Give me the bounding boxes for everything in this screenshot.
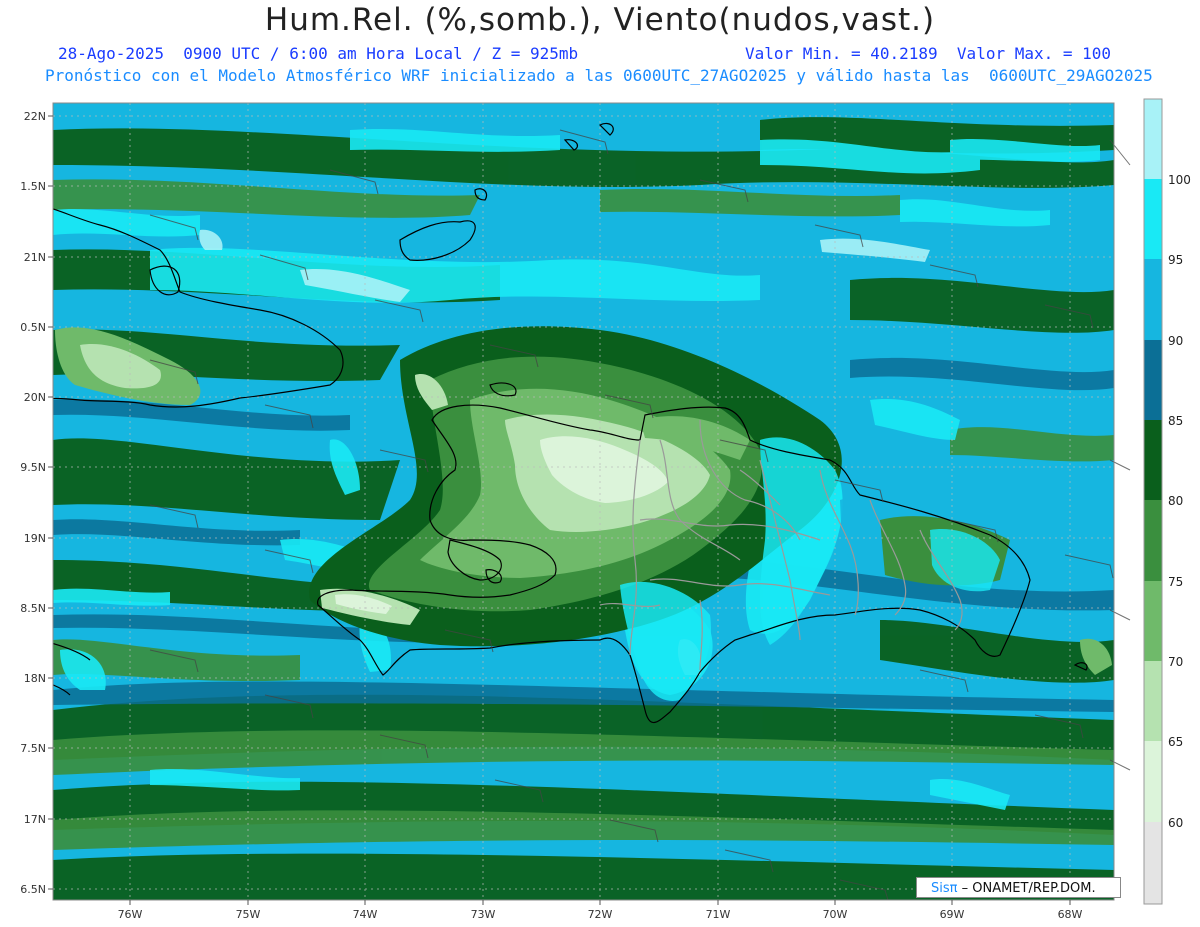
colorbar-label: 70 — [1168, 655, 1183, 669]
colorbar-label: 95 — [1168, 253, 1183, 267]
lat-ticks — [48, 115, 53, 890]
lon-label: 76W — [118, 908, 143, 921]
lon-ticks — [129, 900, 1071, 905]
lat-label: 7.5N — [20, 742, 46, 755]
lat-label: 19N — [24, 532, 46, 545]
colorbar-swatch — [1144, 340, 1162, 420]
colorbar-label: 80 — [1168, 494, 1183, 508]
humidity-field — [53, 103, 1114, 900]
lon-label: 72W — [588, 908, 613, 921]
model-info: Pronóstico con el Modelo Atmosférico WRF… — [45, 66, 1153, 85]
colorbar-label: 90 — [1168, 334, 1183, 348]
colorbar-swatch — [1144, 259, 1162, 340]
lon-label: 74W — [353, 908, 378, 921]
lat-label: 6.5N — [20, 883, 46, 896]
forecast-map: 22N 1.5N 21N 0.5N 20N 9.5N 19N 8.5N 18N … — [20, 98, 1191, 921]
colorbar-swatch — [1144, 99, 1162, 179]
lon-label: 73W — [471, 908, 496, 921]
colorbar-swatch — [1144, 661, 1162, 741]
valid-time: 28-Ago-2025 0900 UTC / 6:00 am Hora Loca… — [58, 44, 579, 63]
colorbar-swatch — [1144, 581, 1162, 661]
credit-text: – ONAMET/REP.DOM. — [961, 881, 1096, 896]
lat-label: 8.5N — [20, 602, 46, 615]
map-title: Hum.Rel. (%,somb.), Viento(nudos,vast.) — [264, 2, 936, 38]
lat-label: 20N — [24, 391, 46, 404]
colorbar — [1143, 98, 1163, 905]
colorbar-label: 65 — [1168, 735, 1183, 749]
colorbar-label: 75 — [1168, 575, 1183, 589]
lon-label: 68W — [1058, 908, 1083, 921]
lat-label: 18N — [24, 672, 46, 685]
colorbar-label: 100 — [1168, 173, 1191, 187]
colorbar-label: 85 — [1168, 414, 1183, 428]
lat-label: 22N — [24, 110, 46, 123]
credit-box: Sisπ – ONAMET/REP.DOM. — [916, 877, 1121, 898]
colorbar-swatch — [1144, 420, 1162, 500]
lat-label: 17N — [24, 813, 46, 826]
lat-label: 9.5N — [20, 461, 46, 474]
value-range: Valor Min. = 40.2189 Valor Max. = 100 — [745, 44, 1112, 63]
colorbar-swatch — [1144, 500, 1162, 581]
colorbar-swatch — [1144, 741, 1162, 822]
lat-label: 21N — [24, 251, 46, 264]
lon-label: 71W — [706, 908, 731, 921]
lat-label: 0.5N — [20, 321, 46, 334]
sispi-logo: Sisπ — [931, 881, 958, 896]
colorbar-swatch — [1144, 822, 1162, 904]
lat-label: 1.5N — [20, 180, 46, 193]
colorbar-swatch — [1144, 179, 1162, 259]
lon-label: 69W — [940, 908, 965, 921]
lon-label: 70W — [823, 908, 848, 921]
lon-label: 75W — [236, 908, 261, 921]
colorbar-label: 60 — [1168, 816, 1183, 830]
